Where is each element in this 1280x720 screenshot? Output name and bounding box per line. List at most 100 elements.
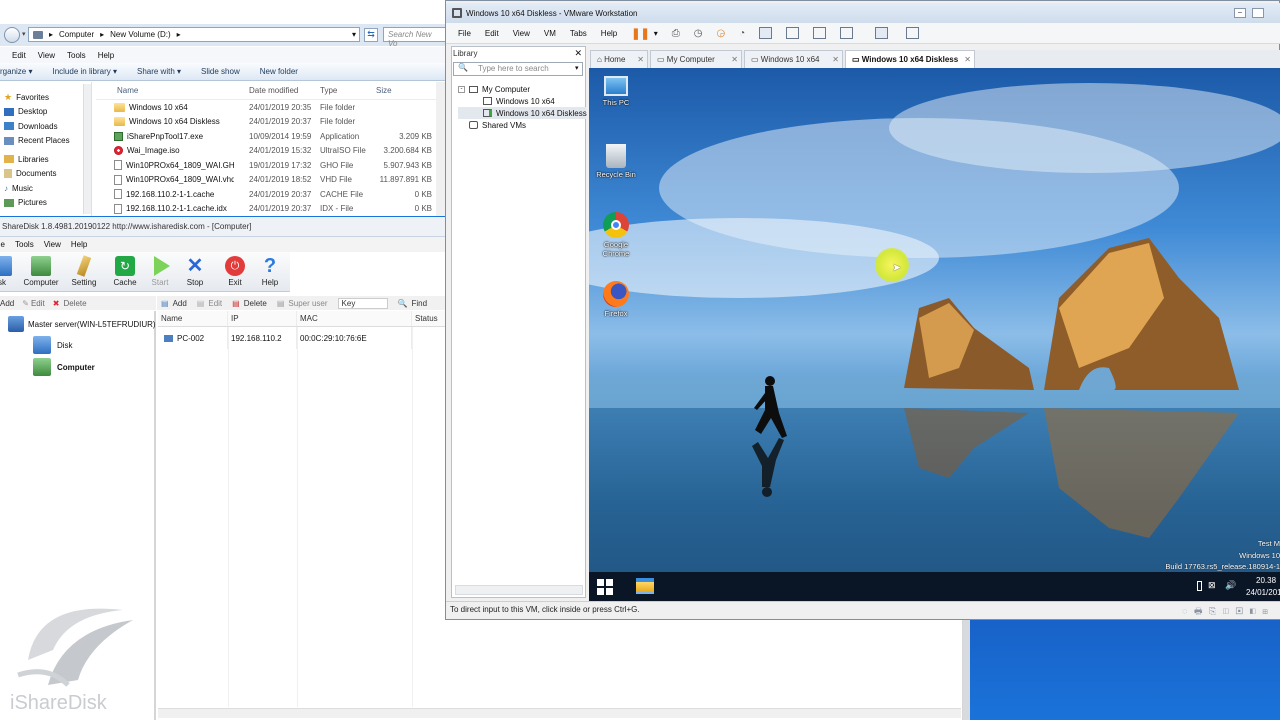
vm-menu-tabs[interactable]: Tabs [570, 29, 587, 38]
tray-volume-icon[interactable]: 🔊 [1225, 580, 1236, 591]
file-row[interactable]: Win10PROx64_1809_WAI.vhd 24/01/2019 18:52… [96, 173, 436, 188]
tree-disk[interactable]: Disk [33, 336, 73, 354]
tree-shared-vms[interactable]: Shared VMs [458, 119, 586, 131]
tree-computer[interactable]: Computer [33, 358, 95, 376]
tab-close-icon[interactable]: ✕ [731, 55, 738, 64]
start-button-icon[interactable] [597, 579, 613, 595]
cache-button[interactable]: ↻ Cache [105, 256, 145, 287]
breadcrumb-volume[interactable]: New Volume (D:) [110, 30, 170, 39]
tray-battery-icon[interactable] [1197, 581, 1202, 591]
menu-help[interactable]: Help [98, 51, 114, 60]
file-row[interactable]: 192.168.110.2-1-1.cache.idx 24/01/2019 20… [96, 202, 436, 217]
nav-downloads[interactable]: Downloads [0, 119, 91, 134]
breadcrumb-computer[interactable]: Computer [59, 30, 94, 39]
menu-view[interactable]: View [38, 51, 55, 60]
include-in-library-button[interactable]: Include in library ▾ [52, 67, 117, 76]
file-row[interactable]: Windows 10 x64 24/01/2019 20:35 File folde… [96, 100, 436, 115]
tree-windows-10-x64-diskless[interactable]: Windows 10 x64 Diskless [458, 107, 587, 119]
start-button[interactable]: Start [140, 256, 180, 287]
pause-icon[interactable]: ❚❚ [631, 27, 649, 40]
grid-add-button[interactable]: Add [173, 299, 187, 308]
desktop-icon-recycle-bin[interactable]: Recycle Bin [591, 144, 641, 179]
nav-libraries[interactable]: Libraries [0, 152, 91, 167]
nav-scrollbar[interactable] [83, 84, 91, 214]
vm-menu-file[interactable]: File [458, 29, 471, 38]
help-button[interactable]: ? Help [250, 256, 290, 287]
tree-delete-button[interactable]: Delete [63, 299, 86, 308]
nav-music[interactable]: ♪ Music [0, 181, 91, 196]
tree-root[interactable]: Master server(WIN-L5TEFRUDIUR) [8, 316, 156, 332]
column-name[interactable]: Name [96, 86, 234, 95]
vm-menu-view[interactable]: View [513, 29, 530, 38]
file-row[interactable]: 192.168.110.2-1-1.cache 24/01/2019 20:37 C… [96, 187, 436, 202]
library-search-input[interactable]: Type here to search [453, 62, 583, 76]
file-row[interactable]: Wai_Image.iso 24/01/2019 15:32 UltraISO Fi… [96, 144, 436, 159]
unity-icon[interactable] [840, 27, 854, 39]
nav-documents[interactable]: Documents [0, 167, 91, 182]
new-folder-button[interactable]: New folder [260, 67, 298, 76]
tab-close-icon[interactable]: ✕ [832, 55, 839, 64]
tree-edit-button[interactable]: Edit [31, 299, 45, 308]
setting-button[interactable]: Setting [64, 255, 104, 287]
desktop-icon-firefox[interactable]: Firefox [591, 281, 641, 318]
share-with-button[interactable]: Share with ▾ [137, 67, 181, 76]
maximize-icon[interactable] [1252, 8, 1264, 18]
console-icon[interactable] [875, 27, 889, 39]
menu-file[interactable]: ile [0, 240, 5, 249]
clock-time[interactable]: 20.38 [1256, 576, 1276, 585]
column-date-modified[interactable]: Date modified [234, 86, 320, 95]
grid-col-status[interactable]: Status [412, 311, 447, 326]
grid-col-mac[interactable]: MAC [297, 311, 412, 326]
thumbnail-view-icon[interactable] [786, 27, 800, 39]
menu-help[interactable]: Help [71, 240, 87, 249]
library-view-icon[interactable] [759, 27, 773, 39]
library-search-dropdown-icon[interactable]: ▾ [575, 64, 579, 72]
column-type[interactable]: Type [320, 86, 376, 95]
nav-recent-places[interactable]: Recent Places [0, 134, 91, 149]
grid-col-ip[interactable]: IP [228, 311, 297, 326]
revert-snapshot-icon[interactable]: ◶ [716, 28, 725, 39]
tab-home[interactable]: ⌂ Home ✕ [590, 50, 648, 68]
vm-menu-edit[interactable]: Edit [485, 29, 499, 38]
refresh-icon[interactable]: ⇆ [364, 28, 378, 42]
tab-windows-10-x64[interactable]: ▭ Windows 10 x64 ✕ [744, 50, 843, 68]
tab-windows-10-x64-diskless[interactable]: ▭ Windows 10 x64 Diskless ✕ [845, 50, 975, 68]
menu-edit[interactable]: Edit [12, 51, 26, 60]
desktop-icon-chrome[interactable]: Google Chrome [591, 212, 641, 258]
minimize-icon[interactable]: – [1234, 8, 1246, 18]
stop-button[interactable]: ✕ Stop [175, 256, 215, 287]
stretch-icon[interactable] [906, 27, 920, 39]
nav-pictures[interactable]: Pictures [0, 196, 91, 211]
column-size[interactable]: Size [376, 86, 392, 95]
tab-my-computer[interactable]: ▭ My Computer ✕ [650, 50, 742, 68]
key-input[interactable]: Key [337, 297, 388, 309]
menu-tools[interactable]: Tools [67, 51, 86, 60]
slide-show-button[interactable]: Slide show [201, 67, 240, 76]
vm-menu-vm[interactable]: VM [544, 29, 556, 38]
tree-my-computer[interactable]: - My Computer [458, 83, 586, 95]
exit-button[interactable]: ⏻ Exit [215, 256, 255, 287]
clock-date[interactable]: 24/01/201 [1246, 588, 1280, 597]
file-row[interactable]: Windows 10 x64 Diskless 24/01/2019 20:37 F… [96, 115, 436, 130]
library-scrollbar[interactable] [455, 585, 583, 595]
menu-view[interactable]: View [44, 240, 61, 249]
tab-close-icon[interactable]: ✕ [637, 55, 644, 64]
tree-windows-10-x64[interactable]: Windows 10 x64 [458, 95, 586, 107]
file-explorer-taskbar-icon[interactable] [636, 578, 654, 594]
grid-col-name[interactable]: Name [158, 311, 228, 326]
fullscreen-icon[interactable] [813, 27, 827, 39]
grid-edit-button[interactable]: Edit [208, 299, 222, 308]
find-button[interactable]: Find [412, 299, 428, 308]
vm-menu-help[interactable]: Help [601, 29, 617, 38]
nav-favorites[interactable]: ★ Favorites [0, 90, 91, 105]
pause-dropdown-icon[interactable]: ▾ [654, 29, 658, 38]
grid-horizontal-scrollbar[interactable] [158, 708, 961, 718]
explorer-search-input[interactable]: Search New Vo [383, 27, 446, 48]
super-user-button[interactable]: Super user [288, 299, 327, 308]
desktop-icon-this-pc[interactable]: This PC [591, 76, 641, 107]
dropdown-chevron-icon[interactable]: ▾ [22, 30, 26, 38]
grid-delete-button[interactable]: Delete [244, 299, 267, 308]
computer-button[interactable]: Computer [21, 256, 61, 287]
disk-button[interactable]: sk [0, 256, 22, 287]
file-row[interactable]: iSharePnpTool17.exe 10/09/2014 19:59 Appli… [96, 129, 436, 144]
